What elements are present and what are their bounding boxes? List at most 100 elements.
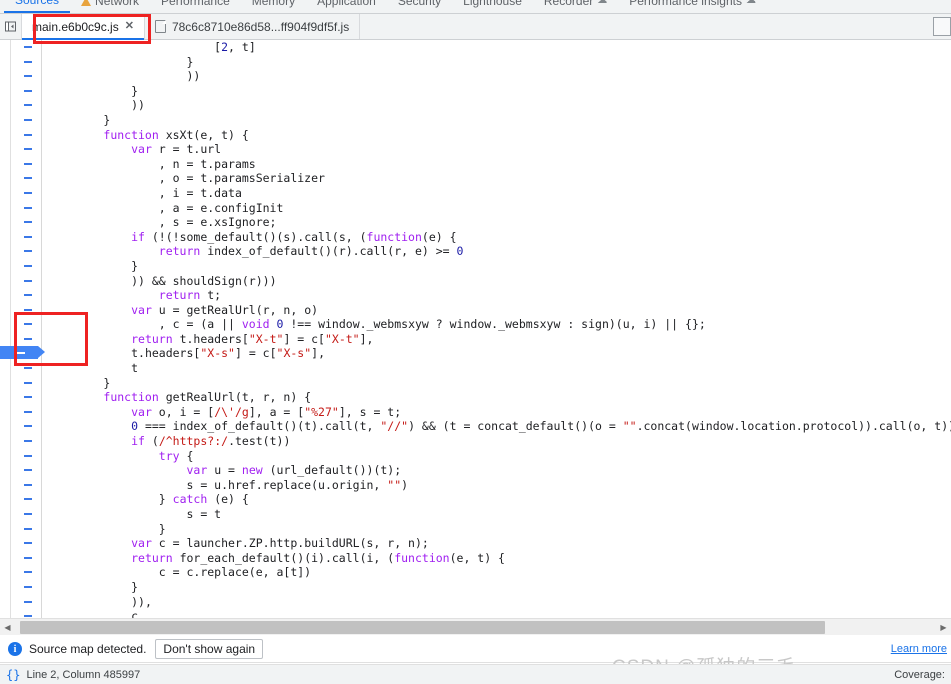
gutter-line[interactable]: [0, 376, 41, 391]
gutter-line[interactable]: [0, 551, 41, 566]
gutter-line[interactable]: [0, 259, 41, 274]
scroll-right-arrow-icon[interactable]: ▶: [936, 619, 951, 636]
gutter-line[interactable]: [0, 230, 41, 245]
gutter-line[interactable]: [0, 332, 41, 347]
panel-tab-performance-insights[interactable]: Performance insights ☁: [618, 0, 767, 13]
panel-tab-security[interactable]: Security: [387, 0, 452, 13]
horizontal-scrollbar[interactable]: ◀ ▶: [0, 618, 951, 635]
line-number-dash: [24, 264, 32, 267]
panel-tab-lighthouse[interactable]: Lighthouse: [452, 0, 533, 13]
learn-more-link[interactable]: Learn more: [891, 643, 947, 655]
code-line: )) && shouldSign(r))): [131, 273, 277, 288]
gutter-line[interactable]: [0, 274, 41, 289]
line-number-dash: [24, 527, 32, 530]
dont-show-again-button[interactable]: Don't show again: [155, 639, 264, 659]
gutter-line[interactable]: [0, 201, 41, 216]
line-number-dash: [24, 75, 32, 78]
panel-tab-performance[interactable]: Performance: [150, 0, 241, 13]
code-content[interactable]: [2, t] } )) } )) } function xsXt(e, t) {…: [42, 40, 951, 618]
gutter-line[interactable]: [0, 522, 41, 537]
code-line: , s = e.xsIgnore;: [158, 215, 277, 230]
gutter-line[interactable]: [0, 492, 41, 507]
panel-tab-recorder[interactable]: Recorder ☁: [533, 0, 618, 13]
gutter-line[interactable]: [0, 171, 41, 186]
source-code-editor[interactable]: [2, t] } )) } )) } function xsXt(e, t) {…: [0, 40, 951, 618]
gutter-line[interactable]: [0, 142, 41, 157]
gutter-line[interactable]: [0, 40, 41, 55]
pretty-print-icon[interactable]: {}: [6, 668, 20, 682]
gutter-line[interactable]: [0, 361, 41, 376]
gutter-line[interactable]: [0, 98, 41, 113]
line-number-dash: [24, 221, 32, 224]
gutter-line[interactable]: [0, 565, 41, 580]
code-line: if (!(!some_default()(s).call(s, (functi…: [131, 229, 457, 244]
gutter-line[interactable]: [0, 609, 41, 618]
line-number-dash: [24, 60, 32, 63]
gutter-line[interactable]: [0, 478, 41, 493]
tabbar-more-button[interactable]: [933, 17, 951, 36]
cloud-icon: ☁: [745, 0, 756, 6]
breakpoint-marker-row[interactable]: [0, 346, 45, 361]
gutter-line[interactable]: [0, 288, 41, 303]
gutter-line[interactable]: [0, 536, 41, 551]
line-number-dash: [24, 556, 32, 559]
code-line: function xsXt(e, t) {: [103, 127, 249, 142]
panel-tab-memory[interactable]: Memory: [241, 0, 306, 13]
line-number-dash: [24, 206, 32, 209]
panel-tab-network[interactable]: Network: [70, 0, 150, 13]
gutter-line[interactable]: [0, 128, 41, 143]
code-line: return t.headers["X-t"] = c["X-t"],: [131, 331, 374, 346]
gutter-line[interactable]: [0, 449, 41, 464]
line-number-gutter[interactable]: [0, 40, 45, 618]
gutter-line[interactable]: [0, 215, 41, 230]
line-number-dash: [24, 367, 32, 370]
gutter-line[interactable]: [0, 463, 41, 478]
file-tab-active[interactable]: main.e6b0c9c.js ✕: [22, 14, 145, 40]
gutter-line[interactable]: [0, 244, 41, 259]
gutter-line[interactable]: [0, 317, 41, 332]
gutter-line[interactable]: [0, 303, 41, 318]
code-line: }: [103, 112, 111, 127]
scroll-left-arrow-icon[interactable]: ◀: [0, 619, 15, 636]
gutter-line[interactable]: [0, 84, 41, 99]
line-number-dash: [24, 542, 32, 545]
line-number-dash: [24, 133, 32, 136]
gutter-line[interactable]: [0, 434, 41, 449]
gutter-line[interactable]: [0, 507, 41, 522]
line-number-dash: [24, 279, 32, 282]
code-line: c: [131, 609, 139, 618]
code-line: return t;: [158, 288, 222, 303]
close-icon[interactable]: ✕: [125, 21, 134, 32]
gutter-line[interactable]: [0, 113, 41, 128]
line-number-dash: [24, 498, 32, 501]
code-line: var o, i = [/\'/g], a = ["%27"], s = t;: [131, 404, 402, 419]
code-line: var u = getRealUrl(r, n, o): [131, 302, 319, 317]
code-line: if (/^https?:/.test(t)): [131, 434, 291, 449]
line-number-dash: [24, 571, 32, 574]
breakpoint-icon[interactable]: [0, 346, 45, 360]
tabbar-spacer: [360, 14, 933, 39]
gutter-line[interactable]: [0, 55, 41, 70]
document-icon: [154, 20, 166, 33]
file-tab-inactive-1[interactable]: 78c6c8710e86d58...ff904f9df5f.js: [145, 14, 361, 39]
line-number-dash: [24, 454, 32, 457]
navigator-toggle-button[interactable]: [0, 14, 22, 39]
gutter-line[interactable]: [0, 419, 41, 434]
code-line: c = c.replace(e, a[t]): [158, 565, 312, 580]
infobar-message: Source map detected.: [29, 642, 147, 656]
gutter-line[interactable]: [0, 390, 41, 405]
panel-tab-label: Application: [317, 0, 376, 8]
gutter-line[interactable]: [0, 157, 41, 172]
scrollbar-thumb[interactable]: [20, 620, 825, 634]
panel-tab-label: Security: [397, 0, 442, 8]
line-number-dash: [24, 148, 32, 151]
gutter-line[interactable]: [0, 580, 41, 595]
scrollbar-track[interactable]: [15, 619, 936, 636]
gutter-line[interactable]: [0, 69, 41, 84]
panel-tab-sources[interactable]: Sources: [4, 0, 71, 13]
gutter-line[interactable]: [0, 595, 41, 610]
code-line: }: [158, 521, 166, 536]
gutter-line[interactable]: [0, 186, 41, 201]
panel-tab-application[interactable]: Application: [306, 0, 387, 13]
gutter-line[interactable]: [0, 405, 41, 420]
